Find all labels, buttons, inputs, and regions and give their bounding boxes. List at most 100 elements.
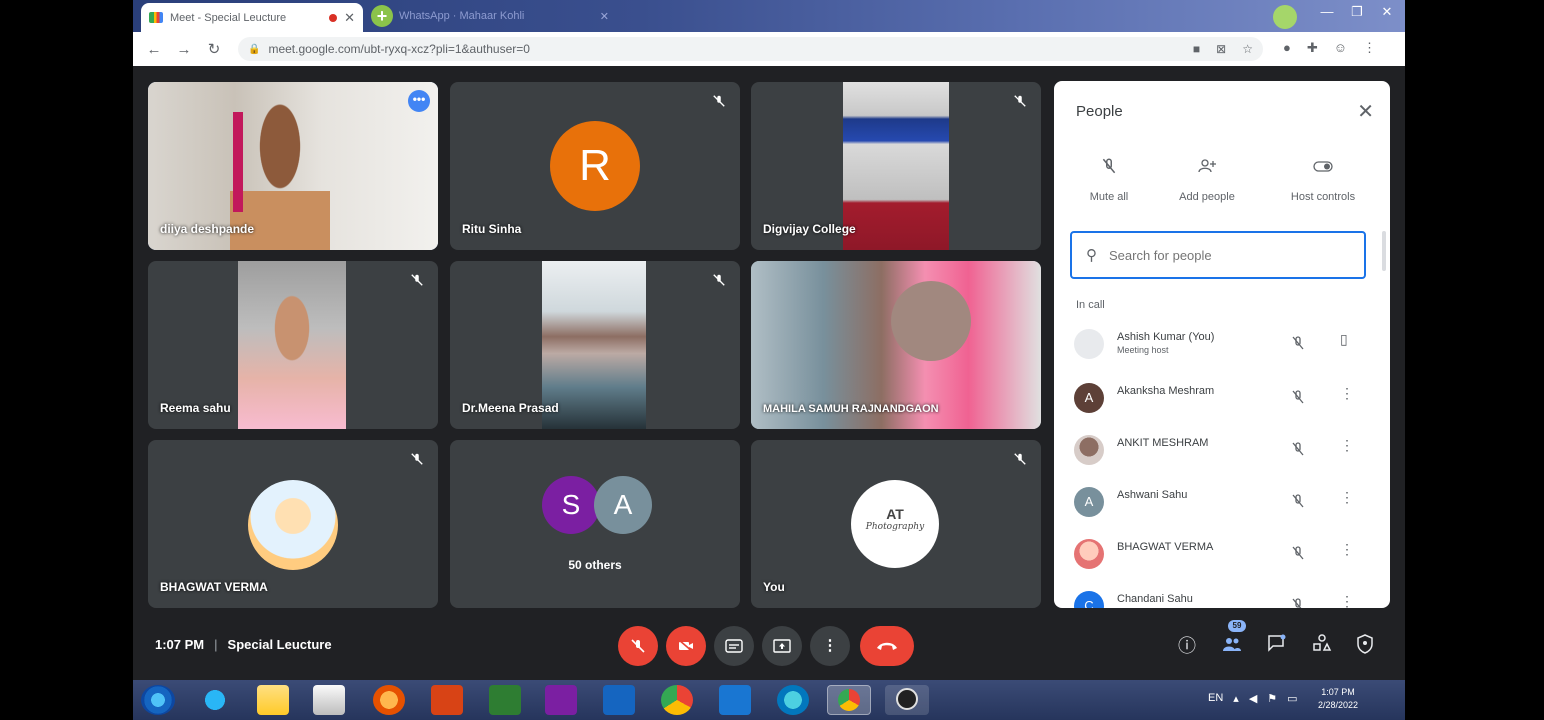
participant-tile[interactable]: R Ritu Sinha — [450, 82, 740, 250]
mic-muted-icon — [1014, 453, 1026, 465]
powerpoint-icon[interactable] — [431, 685, 463, 715]
mic-muted-icon[interactable] — [1290, 597, 1306, 608]
captions-button[interactable] — [714, 626, 754, 666]
participant-list-item[interactable]: A Ashwani Sahu ⋮ — [1054, 477, 1390, 529]
participant-list-item[interactable]: A Akanksha Meshram ⋮ — [1054, 373, 1390, 425]
extensions-area: ● ✚ ☺ ⋮ — [1283, 40, 1376, 56]
excel-icon[interactable] — [489, 685, 521, 715]
chrome-active-icon[interactable] — [827, 685, 871, 715]
meeting-details-icon[interactable]: ⓘ — [1175, 634, 1199, 658]
others-tile[interactable]: S A 50 others — [450, 440, 740, 608]
start-button-icon[interactable] — [141, 685, 175, 715]
participant-list-item[interactable]: C Chandani Sahu ⋮ — [1054, 581, 1390, 608]
people-icon[interactable] — [1220, 634, 1244, 658]
more-options-icon[interactable]: ⋮ — [1340, 385, 1354, 402]
mute-all-button[interactable]: Mute all — [1054, 157, 1164, 203]
participant-list-item[interactable]: BHAGWAT VERMA ⋮ — [1054, 529, 1390, 581]
flag-icon[interactable]: ⚑ — [1267, 692, 1277, 705]
back-button[interactable]: ← — [139, 41, 169, 58]
firefox-icon[interactable] — [373, 685, 405, 715]
present-screen-button[interactable] — [762, 626, 802, 666]
edge-icon[interactable] — [777, 685, 809, 715]
mic-muted-icon[interactable] — [1290, 545, 1306, 561]
bookmark-icon[interactable]: ☆ — [1242, 42, 1253, 56]
account-icon[interactable]: ☺ — [1334, 40, 1347, 56]
host-controls-bar-icon[interactable] — [1353, 634, 1377, 658]
url-text: meet.google.com/ubt-ryxq-xcz?pli=1&authu… — [268, 42, 530, 56]
onenote-icon[interactable] — [545, 685, 577, 715]
camera-toggle-button[interactable] — [666, 626, 706, 666]
chrome-icon — [838, 689, 860, 711]
volume-icon[interactable]: ◀ — [1249, 692, 1257, 705]
lens-icon — [896, 688, 918, 710]
menu-icon[interactable]: ⋮ — [1363, 40, 1376, 56]
participant-tile[interactable]: MAHILA SAMUH RAJNANDGAON — [751, 261, 1041, 429]
activities-icon[interactable] — [1310, 634, 1334, 658]
add-people-button[interactable]: Add people — [1152, 157, 1262, 203]
more-options-icon[interactable]: ⋮ — [1340, 489, 1354, 506]
people-search-input[interactable] — [1109, 247, 1350, 263]
end-call-button[interactable] — [860, 626, 914, 666]
participant-name: You — [763, 580, 785, 594]
more-options-icon[interactable]: ⋮ — [1340, 541, 1354, 558]
mic-muted-icon[interactable] — [1290, 389, 1306, 405]
mic-muted-icon[interactable] — [1290, 335, 1306, 351]
tab-close-icon[interactable]: ✕ — [344, 10, 355, 26]
reload-button[interactable]: ↻ — [199, 40, 229, 58]
network-icon[interactable]: ▭ — [1287, 692, 1297, 705]
participant-list-item[interactable]: Ashish Kumar (You) Meeting host ▯ — [1054, 319, 1390, 371]
profile-avatar[interactable] — [1273, 5, 1297, 29]
participant-tile[interactable]: Reema sahu — [148, 261, 438, 429]
panel-scrollbar[interactable] — [1382, 231, 1386, 271]
outlook-icon[interactable] — [603, 685, 635, 715]
more-options-icon[interactable]: ••• — [408, 90, 430, 112]
window-close-button[interactable]: ✕ — [1373, 4, 1401, 20]
participant-tile[interactable]: Dr.Meena Prasad — [450, 261, 740, 429]
participant-photo-avatar — [248, 480, 338, 570]
tray-expand-icon[interactable]: ▴ — [1233, 692, 1239, 705]
camera-icon[interactable]: ■ — [1193, 42, 1200, 56]
tab-close-icon[interactable]: ✕ — [600, 10, 609, 23]
language-indicator[interactable]: EN — [1208, 692, 1223, 705]
meet-favicon-icon — [149, 12, 163, 23]
participant-tile[interactable]: BHAGWAT VERMA — [148, 440, 438, 608]
separator: | — [214, 637, 218, 652]
mic-toggle-button[interactable] — [618, 626, 658, 666]
more-options-button[interactable]: ⋮ — [810, 626, 850, 666]
action-label: Add people — [1179, 191, 1235, 203]
minimize-button[interactable]: — — [1313, 4, 1341, 19]
mic-muted-icon[interactable] — [1290, 441, 1306, 457]
participant-tile[interactable]: ••• diiya deshpande — [148, 82, 438, 250]
tab-meet[interactable]: Meet - Special Leucture ✕ — [141, 3, 363, 32]
address-bar[interactable]: 🔒 meet.google.com/ubt-ryxq-xcz?pli=1&aut… — [238, 37, 1263, 61]
host-controls-button[interactable]: Host controls — [1268, 157, 1378, 203]
media-player-icon[interactable] — [313, 685, 345, 715]
mic-muted-icon[interactable] — [1290, 493, 1306, 509]
participant-tile[interactable]: Digvijay College — [751, 82, 1041, 250]
word-icon[interactable] — [719, 685, 751, 715]
internet-explorer-icon[interactable] — [199, 685, 231, 715]
forward-button[interactable]: → — [169, 41, 199, 58]
new-tab-button[interactable]: + — [371, 5, 393, 27]
mic-extension-icon[interactable]: ● — [1283, 40, 1291, 56]
chat-icon[interactable] — [1265, 634, 1289, 658]
more-options-icon[interactable]: ⋮ — [1340, 593, 1354, 608]
pin-icon[interactable]: ▯ — [1340, 331, 1348, 348]
camera-app-icon[interactable] — [885, 685, 929, 715]
file-explorer-icon[interactable] — [257, 685, 289, 715]
chrome-icon[interactable] — [661, 685, 693, 715]
more-options-icon[interactable]: ⋮ — [1340, 437, 1354, 454]
participant-tile-self[interactable]: AT Photography You — [751, 440, 1041, 608]
puzzle-extension-icon[interactable]: ✚ — [1307, 40, 1318, 56]
participant-list-item[interactable]: ANKIT MESHRAM ⋮ — [1054, 425, 1390, 477]
tab-whatsapp[interactable]: WhatsApp · Mahaar Kohli ✕ — [399, 6, 609, 26]
translate-icon[interactable]: ⊠ — [1216, 42, 1226, 56]
taskbar-clock[interactable]: 1:07 PM 2/28/2022 — [1318, 686, 1358, 712]
participant-name: BHAGWAT VERMA — [1117, 541, 1214, 553]
recording-dot-icon — [329, 13, 338, 22]
maximize-button[interactable]: ❐ — [1343, 4, 1371, 20]
avatar-initial: A — [613, 489, 633, 520]
close-panel-icon[interactable]: ✕ — [1357, 99, 1374, 124]
mute-mic-icon — [1054, 157, 1164, 185]
people-search-field[interactable]: ⚲ — [1070, 231, 1366, 279]
